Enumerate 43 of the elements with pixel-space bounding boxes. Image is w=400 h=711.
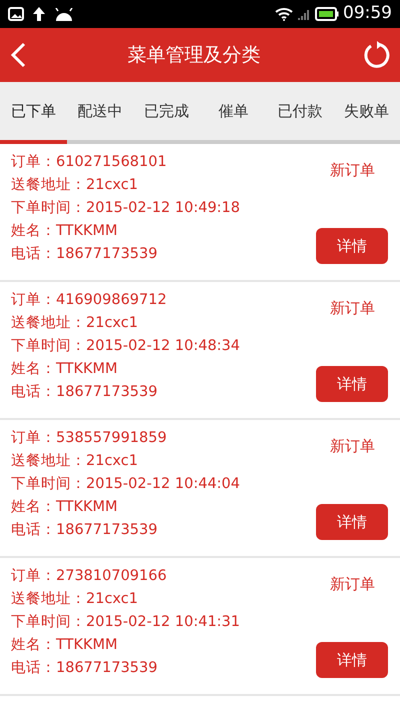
wifi-icon xyxy=(275,7,293,21)
details-button[interactable]: 详情 xyxy=(316,642,388,678)
battery-icon xyxy=(315,7,339,21)
order-detail: 姓名：TTKKMM xyxy=(11,360,118,379)
signal-icon xyxy=(297,7,311,21)
details-button[interactable]: 详情 xyxy=(316,504,388,540)
order-detail: 下单时间：2015-02-12 10:48:34 xyxy=(11,337,240,356)
order-detail: 电话：18677173539 xyxy=(11,659,158,678)
order-detail: 电话：18677173539 xyxy=(11,383,158,402)
order-detail: 姓名：TTKKMM xyxy=(11,498,118,517)
order-detail: 订单：416909869712 xyxy=(11,291,168,310)
order-detail: 电话：18677173539 xyxy=(11,245,158,264)
order-detail: 下单时间：2015-02-12 10:41:31 xyxy=(11,613,240,632)
tab[interactable]: 已完成 xyxy=(133,82,200,140)
order-detail: 订单：538557991859 xyxy=(11,429,168,448)
order-status: 新订单 xyxy=(330,436,375,457)
refresh-icon[interactable] xyxy=(362,41,390,69)
back-icon[interactable] xyxy=(10,42,26,68)
order-detail: 电话：18677173539 xyxy=(11,521,158,540)
tab[interactable]: 催单 xyxy=(200,82,267,140)
details-button[interactable]: 详情 xyxy=(316,366,388,402)
order-detail: 下单时间：2015-02-12 10:49:18 xyxy=(11,199,240,218)
order-detail: 订单：610271568101 xyxy=(11,153,168,172)
tab[interactable]: 配送中 xyxy=(66,82,134,140)
order-detail: 姓名：TTKKMM xyxy=(11,222,118,241)
clock-time: 09:59 xyxy=(343,2,392,26)
details-button[interactable]: 详情 xyxy=(316,228,388,264)
tab[interactable]: 已付款 xyxy=(266,82,334,140)
order-detail: 姓名：TTKKMM xyxy=(11,636,118,655)
android-icon xyxy=(54,8,74,20)
order-detail: 送餐地址：21cxc1 xyxy=(11,590,139,609)
tab[interactable]: 失败单 xyxy=(333,82,400,140)
order-detail: 订单：273810709166 xyxy=(11,567,168,586)
order-detail: 送餐地址：21cxc1 xyxy=(11,176,139,195)
order-status: 新订单 xyxy=(330,160,375,181)
upload-icon xyxy=(32,6,46,22)
order-status: 新订单 xyxy=(330,574,375,595)
image-icon xyxy=(8,7,24,21)
order-detail: 送餐地址：21cxc1 xyxy=(11,452,139,471)
order-detail: 送餐地址：21cxc1 xyxy=(11,314,139,333)
order-status: 新订单 xyxy=(330,298,375,319)
order-detail: 下单时间：2015-02-12 10:44:04 xyxy=(11,475,240,494)
page-title: 菜单管理及分类 xyxy=(128,42,260,68)
